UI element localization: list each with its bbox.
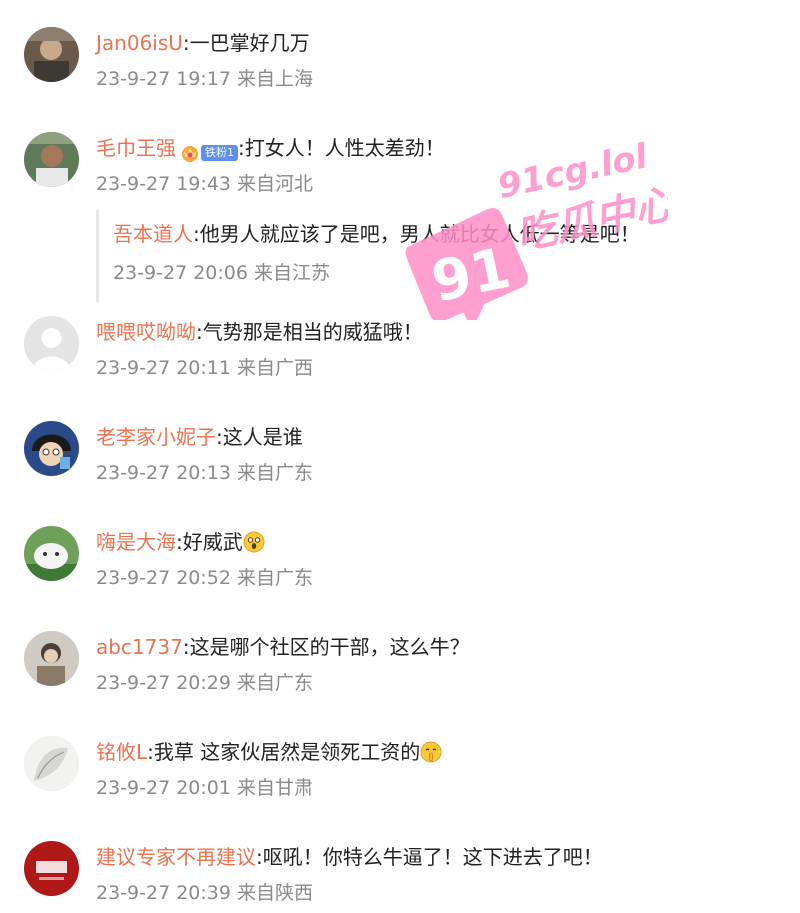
timestamp: 23-9-27 19:43 — [96, 173, 231, 195]
username-link[interactable]: 建议专家不再建议 — [96, 845, 256, 869]
comment-meta: 23-9-27 20:29 来自广东 — [96, 670, 313, 696]
comment-meta: 23-9-27 20:01 来自甘肃 — [96, 775, 313, 801]
timestamp: 23-9-27 20:29 — [96, 672, 231, 694]
comment-text: 呕吼！你特么牛逼了！这下进去了吧！ — [262, 845, 603, 869]
avatar[interactable] — [24, 841, 79, 896]
avatar[interactable] — [24, 132, 79, 187]
timestamp: 23-9-27 20:52 — [96, 567, 231, 589]
timestamp: 23-9-27 20:39 — [96, 882, 231, 904]
username-link[interactable]: abc1737 — [96, 635, 183, 659]
comment-text-line: 毛巾王强 铁粉1:打女人！人性太差劲！ — [96, 134, 445, 165]
username-link[interactable]: 毛巾王强 — [96, 136, 176, 160]
username-link[interactable]: 老李家小妮子 — [96, 425, 216, 449]
location: 来自广东 — [237, 462, 314, 484]
username-link[interactable]: 铭攸L — [96, 740, 147, 764]
watermark-site: 91cg.lol — [494, 136, 652, 207]
avatar[interactable] — [24, 27, 79, 82]
badge-label: 铁粉1 — [201, 144, 238, 161]
location: 来自上海 — [237, 68, 314, 90]
comment-text: 我草 这家伙居然是领死工资的 — [153, 740, 421, 764]
comment-text-line: abc1737:这是哪个社区的干部，这么牛？ — [96, 635, 470, 659]
comment-meta: 23-9-27 19:17 来自上海 — [96, 66, 313, 92]
comment-text: 好威武 — [182, 530, 243, 554]
comment-meta: 23-9-27 20:11 来自广西 — [96, 355, 313, 381]
comment-text: 气势那是相当的威猛哦！ — [202, 320, 423, 344]
location: 来自陕西 — [237, 882, 314, 904]
reply-text-line: 吾本道人:他男人就应该了是吧，男人就比女人低一等是吧！ — [113, 222, 640, 246]
location: 来自河北 — [237, 173, 314, 195]
avatar[interactable] — [24, 421, 79, 476]
comment-text-line: 嗨是大海:好威武 — [96, 528, 265, 556]
comment-text-line: 老李家小妮子:这人是谁 — [96, 425, 303, 449]
username-link[interactable]: 嗨是大海 — [96, 530, 176, 554]
comment-meta: 23-9-27 20:13 来自广东 — [96, 460, 313, 486]
avatar[interactable] — [24, 631, 79, 686]
avatar[interactable] — [24, 736, 79, 791]
comment-text-line: Jan06isU:一巴掌好几万 — [96, 31, 310, 55]
comment-text: 一巴掌好几万 — [189, 31, 310, 55]
comment-meta: 23-9-27 20:39 来自陕西 — [96, 880, 313, 906]
reply-text: 他男人就应该了是吧，男人就比女人低一等是吧！ — [199, 222, 640, 246]
comment-text: 这是哪个社区的干部，这么牛？ — [189, 635, 470, 659]
timestamp: 23-9-27 20:06 — [113, 262, 248, 284]
comment-text-line: 喂喂哎呦呦:气势那是相当的威猛哦！ — [96, 320, 423, 344]
avatar[interactable] — [24, 526, 79, 581]
comment-meta: 23-9-27 20:52 来自广东 — [96, 565, 313, 591]
location: 来自广东 — [237, 672, 314, 694]
reply-block: 吾本道人:他男人就应该了是吧，男人就比女人低一等是吧！ 23-9-27 20:0… — [96, 210, 699, 302]
timestamp: 23-9-27 19:17 — [96, 68, 231, 90]
shocked-face-icon — [243, 531, 265, 553]
fan-badge[interactable]: 铁粉1 — [180, 137, 238, 165]
timestamp: 23-9-27 20:13 — [96, 462, 231, 484]
reply-meta: 23-9-27 20:06 来自江苏 — [113, 260, 330, 286]
location: 来自广西 — [237, 357, 314, 379]
comment-text-line: 建议专家不再建议:呕吼！你特么牛逼了！这下进去了吧！ — [96, 845, 603, 869]
timestamp: 23-9-27 20:11 — [96, 357, 231, 379]
reply-username-link[interactable]: 吾本道人 — [113, 222, 193, 246]
shushing-face-icon — [420, 741, 442, 763]
location: 来自广东 — [237, 567, 314, 589]
comment-meta: 23-9-27 19:43 来自河北 — [96, 171, 313, 197]
avatar[interactable] — [24, 316, 79, 371]
username-link[interactable]: Jan06isU — [96, 31, 183, 55]
location: 来自江苏 — [254, 262, 331, 284]
comment-text: 打女人！人性太差劲！ — [244, 136, 445, 160]
comment-text: 这人是谁 — [222, 425, 303, 449]
crown-icon — [182, 145, 198, 162]
location: 来自甘肃 — [237, 777, 314, 799]
timestamp: 23-9-27 20:01 — [96, 777, 231, 799]
username-link[interactable]: 喂喂哎呦呦 — [96, 320, 196, 344]
comment-text-line: 铭攸L:我草 这家伙居然是领死工资的 — [96, 738, 442, 766]
